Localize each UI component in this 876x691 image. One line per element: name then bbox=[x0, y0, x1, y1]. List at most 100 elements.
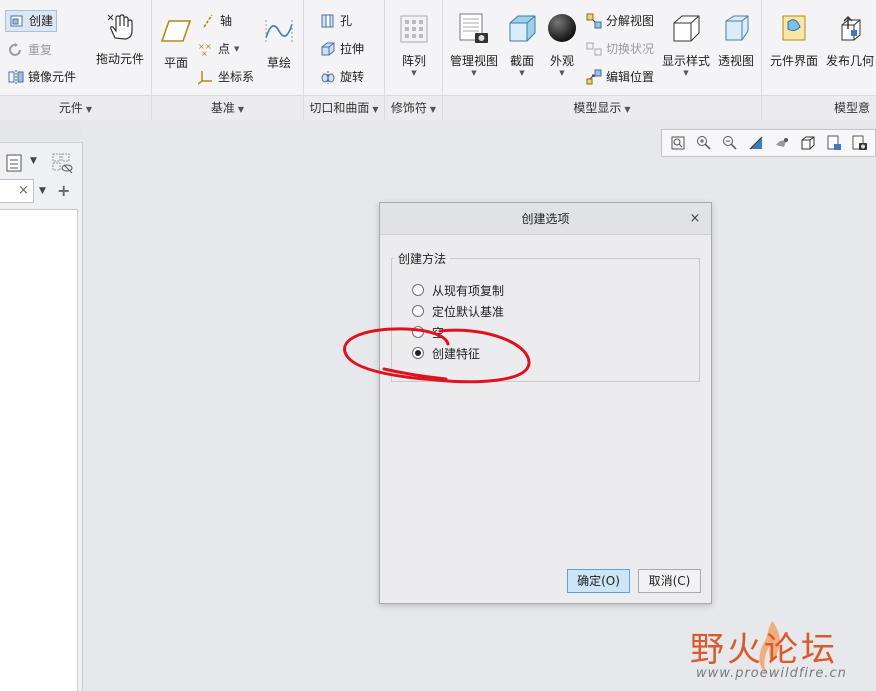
drag-component-button[interactable]: 拖动元件 bbox=[94, 10, 146, 67]
radio-icon[interactable] bbox=[412, 305, 424, 317]
group-model-display-label[interactable]: 模型显示 ▼ bbox=[443, 95, 761, 120]
pattern-dropdown-icon[interactable]: ▼ bbox=[411, 69, 416, 77]
chevron-down-icon: ▼ bbox=[372, 105, 379, 114]
appearance-button[interactable]: 外观 ▼ bbox=[545, 12, 579, 77]
publish-geometry-icon bbox=[833, 12, 867, 46]
exploded-view-button[interactable]: 分解视图 bbox=[586, 10, 654, 32]
toggle-status-button[interactable]: 切换状况 bbox=[586, 38, 654, 60]
manage-views-button[interactable]: 管理视图 ▼ bbox=[449, 12, 499, 77]
toggle-status-icon bbox=[586, 41, 602, 57]
zoom-out-icon[interactable] bbox=[720, 133, 740, 153]
radio-selected-icon[interactable] bbox=[412, 347, 424, 359]
revolve-label: 旋转 bbox=[340, 70, 365, 84]
create-icon bbox=[9, 13, 25, 29]
axis-button[interactable]: 轴 bbox=[200, 10, 232, 32]
component-interface-button[interactable]: 元件界面 bbox=[768, 12, 820, 69]
refit-icon[interactable] bbox=[668, 133, 688, 153]
hole-icon bbox=[320, 13, 336, 29]
publish-geometry-label: 发布几何 bbox=[825, 54, 874, 68]
pattern-button[interactable]: 阵列 ▼ bbox=[395, 12, 433, 77]
search-dropdown-icon[interactable]: ▼ bbox=[39, 186, 46, 196]
group-component: 创建 重复 镜像元件 拖动元件 元件 ▼ bbox=[0, 0, 152, 120]
section-dropdown-icon[interactable]: ▼ bbox=[519, 69, 524, 77]
hole-button[interactable]: 孔 bbox=[320, 10, 352, 32]
search-clear-icon[interactable]: × bbox=[18, 183, 29, 198]
saved-views-icon[interactable] bbox=[824, 133, 844, 153]
option-create-features[interactable]: 创建特征 bbox=[412, 343, 480, 363]
revolve-button[interactable]: 旋转 bbox=[320, 66, 364, 88]
tree-view-dropdown-icon[interactable]: ▼ bbox=[30, 156, 37, 166]
redo-button[interactable]: 重复 bbox=[8, 39, 52, 61]
tree-view-icon[interactable] bbox=[6, 154, 24, 175]
group-model-intent-label[interactable]: 模型意 bbox=[762, 95, 876, 120]
group-component-text: 元件 bbox=[58, 101, 83, 115]
zoom-in-icon[interactable] bbox=[694, 133, 714, 153]
perspective-button[interactable]: 透视图 bbox=[715, 12, 757, 69]
display-style-dropdown-icon[interactable]: ▼ bbox=[683, 69, 688, 77]
option-empty[interactable]: 空 bbox=[412, 322, 444, 342]
point-icon: × × × bbox=[198, 41, 214, 57]
sketch-button[interactable]: 草绘 bbox=[261, 14, 297, 71]
appearance-dropdown-icon[interactable]: ▼ bbox=[559, 69, 564, 77]
manage-views-dropdown-icon[interactable]: ▼ bbox=[471, 69, 476, 77]
radio-icon[interactable] bbox=[412, 284, 424, 296]
group-cut-surface-label[interactable]: 切口和曲面 ▼ bbox=[304, 95, 384, 120]
tree-search-input[interactable]: × bbox=[0, 179, 34, 203]
group-modifier-label[interactable]: 修饰符 ▼ bbox=[385, 95, 442, 120]
ok-button[interactable]: 确定(O) bbox=[567, 569, 630, 593]
group-modifier: 阵列 ▼ 修饰符 ▼ bbox=[385, 0, 443, 120]
cancel-button[interactable]: 取消(C) bbox=[638, 569, 701, 593]
group-cut-surface-text: 切口和曲面 bbox=[309, 101, 370, 115]
model-tree[interactable] bbox=[0, 209, 78, 691]
spin-center-icon[interactable] bbox=[772, 133, 792, 153]
section-label: 截面 bbox=[509, 54, 534, 68]
point-dropdown-icon[interactable]: ▼ bbox=[234, 38, 239, 60]
manage-views-icon bbox=[457, 12, 491, 46]
display-style-icon[interactable] bbox=[798, 133, 818, 153]
edit-position-button[interactable]: 编辑位置 bbox=[586, 66, 654, 88]
create-button[interactable]: 创建 bbox=[5, 10, 58, 32]
exploded-view-icon bbox=[586, 13, 602, 29]
tree-filter-icon[interactable] bbox=[52, 153, 74, 176]
repaint-icon[interactable] bbox=[746, 133, 766, 153]
option-locate-default-datums[interactable]: 定位默认基准 bbox=[412, 301, 504, 321]
display-style-button[interactable]: 显示样式 ▼ bbox=[661, 12, 711, 77]
sketch-label: 草绘 bbox=[266, 56, 291, 70]
perspective-label: 透视图 bbox=[717, 54, 754, 68]
appearance-sphere-icon bbox=[545, 12, 579, 46]
drag-hand-icon bbox=[103, 10, 137, 44]
edit-position-label: 编辑位置 bbox=[606, 70, 655, 84]
mirror-label: 镜像元件 bbox=[28, 70, 77, 84]
group-datum: 平面 轴 × × × 点 ▼ 坐标系 草绘 基准 ▼ bbox=[152, 0, 304, 120]
component-interface-icon bbox=[777, 12, 811, 46]
publish-geometry-button[interactable]: 发布几何 bbox=[824, 12, 876, 69]
panel-tab-strip bbox=[0, 121, 83, 143]
model-tree-panel: ▼ × ▼ + bbox=[0, 121, 83, 691]
option-copy-from-existing[interactable]: 从现有项复制 bbox=[412, 280, 504, 300]
component-interface-label: 元件界面 bbox=[769, 54, 818, 68]
view-manager-icon[interactable] bbox=[850, 133, 870, 153]
sketch-icon bbox=[262, 14, 296, 48]
hole-label: 孔 bbox=[340, 14, 353, 28]
close-icon[interactable]: × bbox=[687, 211, 703, 227]
add-filter-icon[interactable]: + bbox=[57, 181, 70, 200]
group-component-label[interactable]: 元件 ▼ bbox=[0, 95, 151, 120]
mirror-component-button[interactable]: 镜像元件 bbox=[8, 66, 76, 88]
watermark-url: www.proewildfire.cn bbox=[696, 666, 847, 681]
revolve-icon bbox=[320, 69, 336, 85]
extrude-button[interactable]: 拉伸 bbox=[320, 38, 364, 60]
csys-icon bbox=[198, 69, 214, 85]
csys-label: 坐标系 bbox=[218, 70, 255, 84]
plane-button[interactable]: 平面 bbox=[160, 14, 192, 71]
section-button[interactable]: 截面 ▼ bbox=[505, 12, 539, 77]
plane-label: 平面 bbox=[163, 56, 188, 70]
radio-icon[interactable] bbox=[412, 326, 424, 338]
ribbon: 创建 重复 镜像元件 拖动元件 元件 ▼ 平面 轴 × × × 点 ▼ 坐标系 … bbox=[0, 0, 876, 120]
exploded-view-label: 分解视图 bbox=[606, 14, 655, 28]
section-cube-icon bbox=[505, 12, 539, 46]
watermark-text: 野火论坛 bbox=[690, 630, 838, 670]
group-datum-label[interactable]: 基准 ▼ bbox=[152, 95, 303, 120]
group-model-intent-text: 模型意 bbox=[833, 101, 870, 115]
point-button[interactable]: × × × 点 ▼ bbox=[198, 38, 239, 60]
csys-button[interactable]: 坐标系 bbox=[198, 66, 254, 88]
